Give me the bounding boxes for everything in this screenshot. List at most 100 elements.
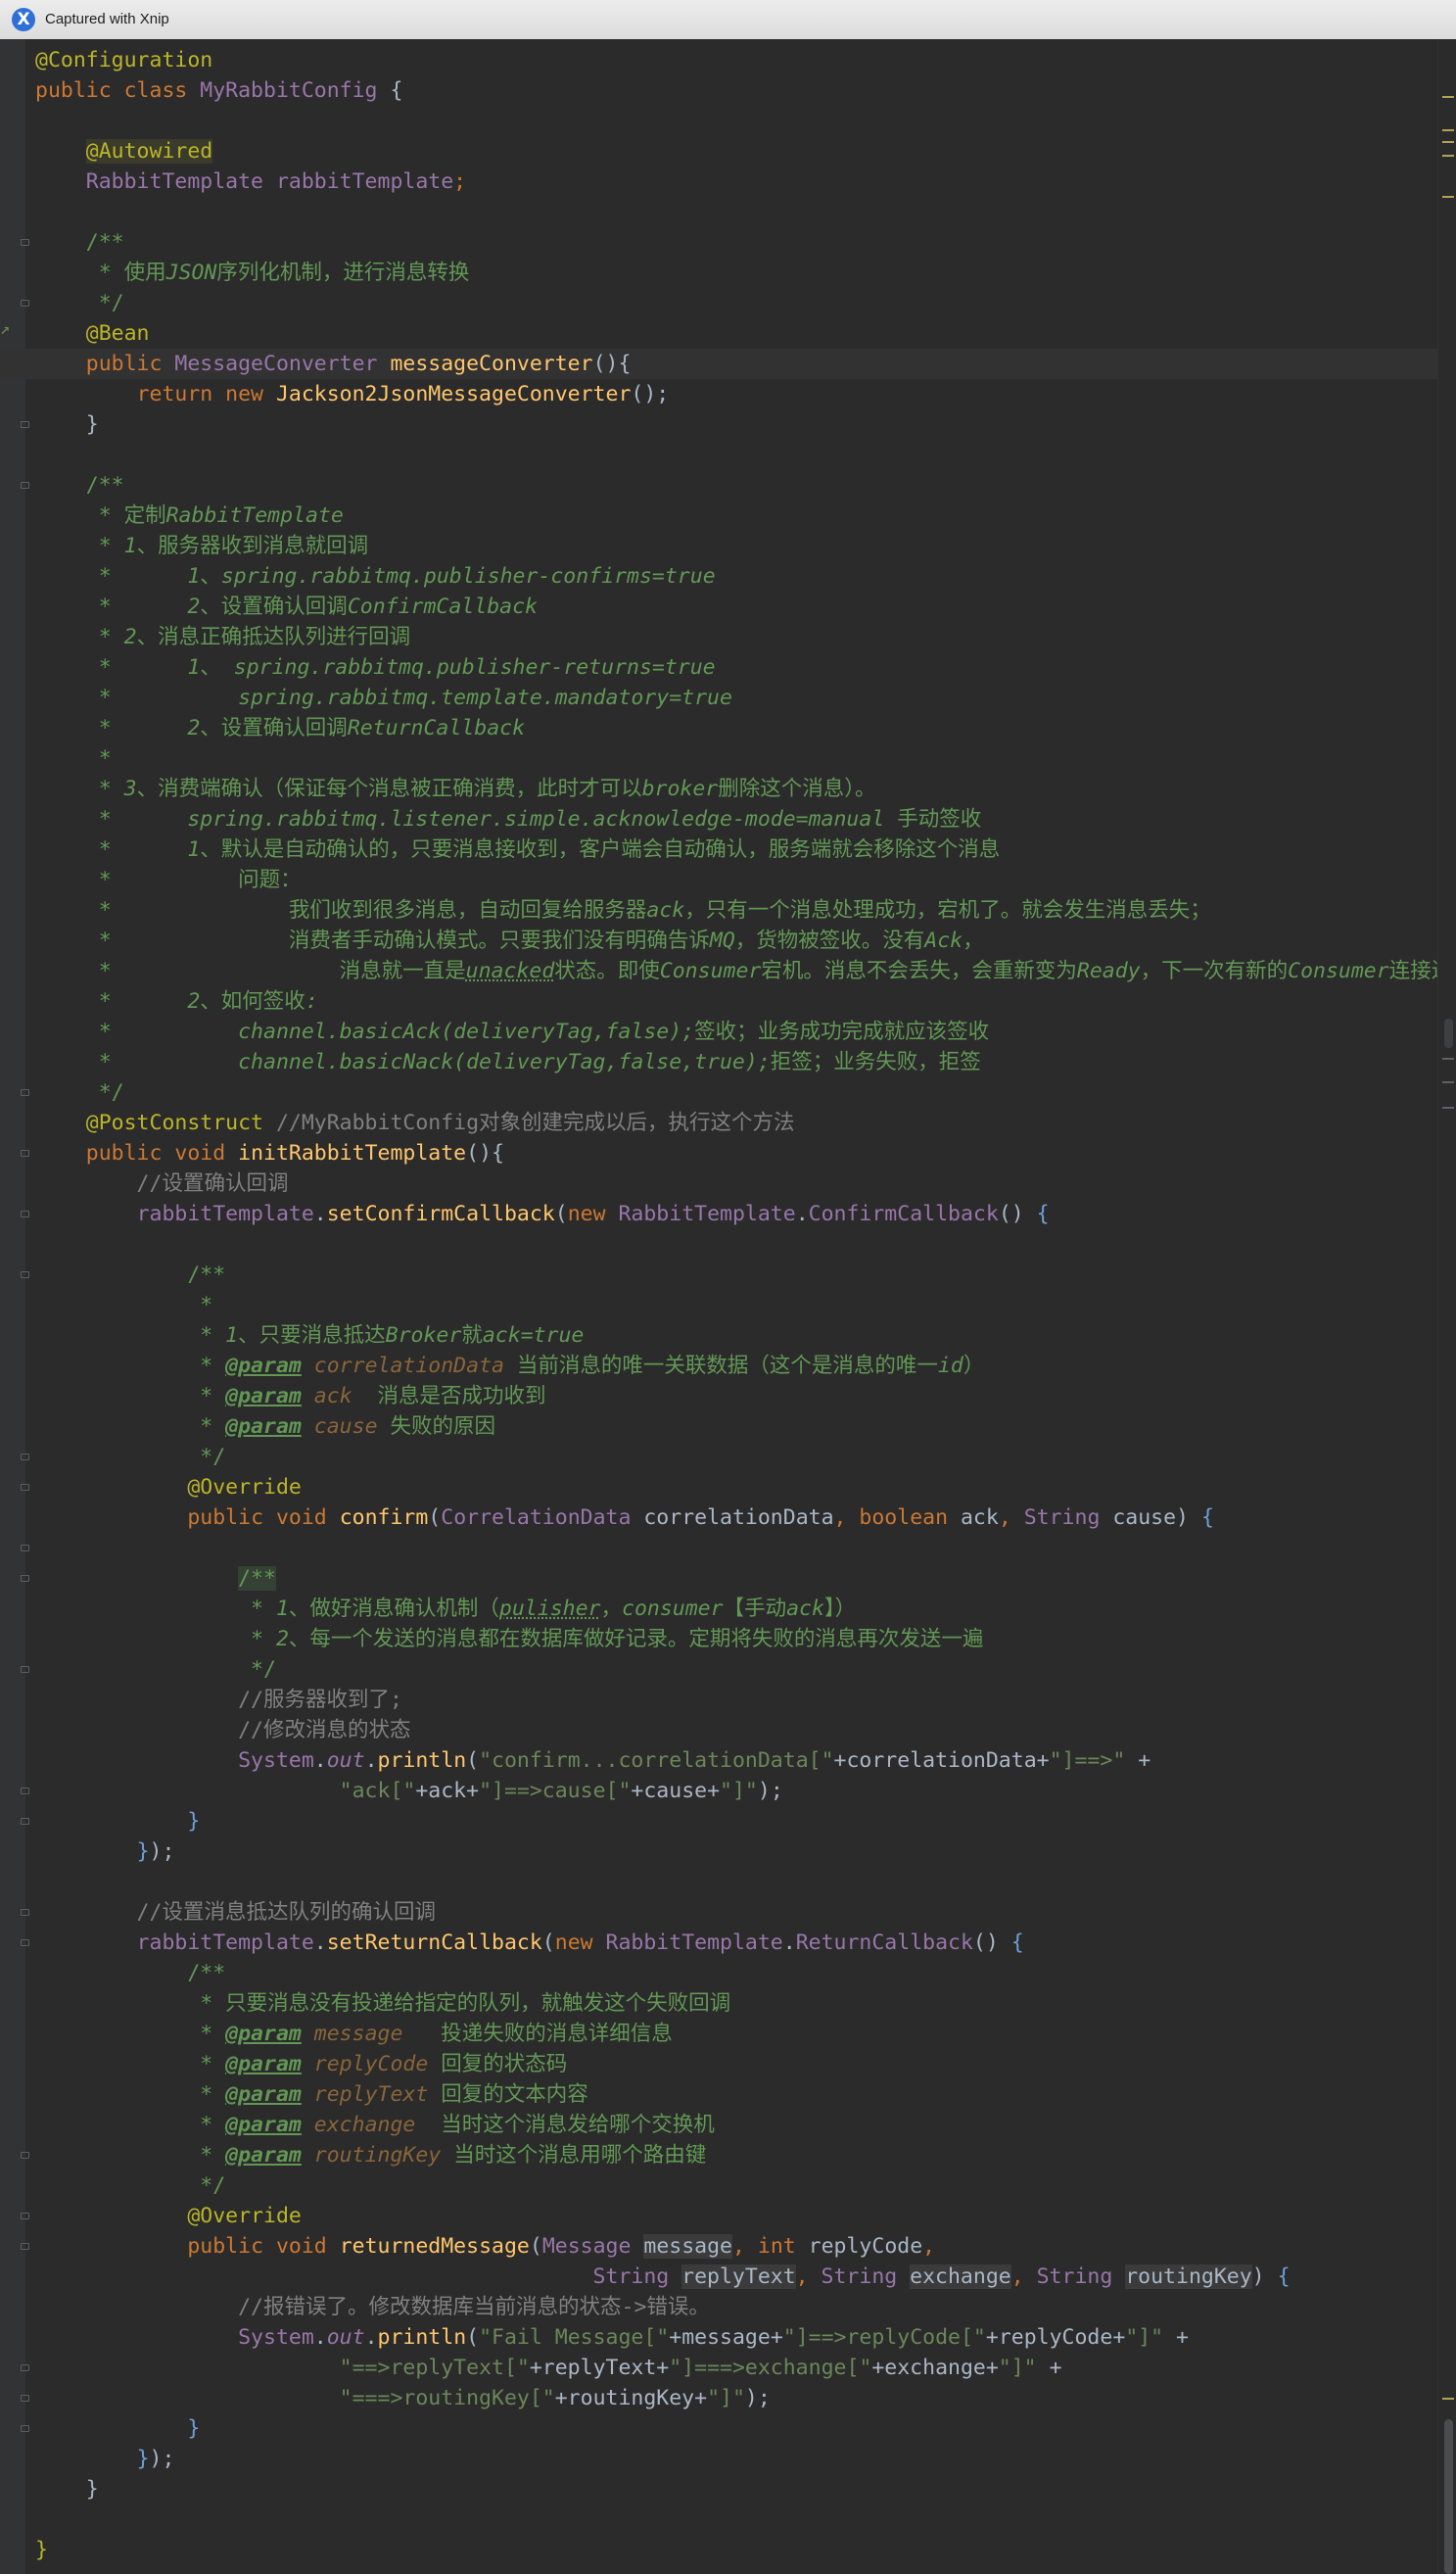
code-line[interactable]: @PostConstruct //MyRabbitConfig对象创建完成以后，… (0, 1108, 1438, 1138)
code-line[interactable]: "ack["+ack+"]==>cause["+cause+"]"); (0, 1776, 1438, 1806)
code-line[interactable]: /** (0, 1260, 1438, 1290)
code-line[interactable]: * 3、消费端确认（保证每个消息被正确消费，此时才可以broker删除这个消息）… (0, 774, 1438, 804)
code-line[interactable]: rabbitTemplate.setConfirmCallback(new Ra… (0, 1199, 1438, 1229)
code-line[interactable] (0, 2504, 1438, 2535)
code-line[interactable]: } (0, 2474, 1438, 2504)
code-line[interactable]: String replyText, String exchange, Strin… (0, 2262, 1438, 2292)
code-line[interactable]: * spring.rabbitmq.listener.simple.acknow… (0, 804, 1438, 834)
code-line[interactable]: RabbitTemplate rabbitTemplate; (0, 167, 1438, 197)
code-line[interactable]: * 只要消息没有投递给指定的队列，就触发这个失败回调 (0, 1988, 1438, 2019)
code-line[interactable]: }); (0, 1836, 1438, 1867)
code-token: unacked (465, 959, 555, 983)
code-line[interactable]: */ (0, 2170, 1438, 2201)
code-editor[interactable]: ↗ @Configuration public class MyRabbitCon… (0, 39, 1456, 2574)
code-line[interactable]: * 2、每一个发送的消息都在数据库做好记录。定期将失败的消息再次发送一遍 (0, 1624, 1438, 1654)
code-line[interactable]: /** (0, 470, 1438, 500)
code-line[interactable]: "==>replyText["+replyText+"]===>exchange… (0, 2353, 1438, 2383)
code-line[interactable]: public void returnedMessage(Message mess… (0, 2231, 1438, 2262)
code-line[interactable]: * 2、设置确认回调ReturnCallback (0, 713, 1438, 743)
code-line[interactable] (0, 1533, 1438, 1563)
code-line[interactable]: * channel.basicNack(deliveryTag,false,tr… (0, 1047, 1438, 1077)
code-token: 拒签；业务失败，拒签 (770, 1050, 981, 1074)
code-token: println (377, 1748, 467, 1773)
code-line[interactable]: /** (0, 1958, 1438, 1988)
code-line[interactable] (0, 197, 1438, 227)
code-line[interactable]: */ (0, 1077, 1438, 1108)
code-line[interactable]: rabbitTemplate.setReturnCallback(new Rab… (0, 1928, 1438, 1958)
code-line[interactable]: } (0, 409, 1438, 440)
code-line[interactable]: } (0, 2535, 1438, 2565)
code-line[interactable]: //报错误了。修改数据库当前消息的状态->错误。 (0, 2292, 1438, 2322)
code-line[interactable] (0, 106, 1438, 136)
window-titlebar: X Captured with Xnip (0, 0, 1456, 40)
code-line[interactable]: @Override (0, 2201, 1438, 2231)
code-line[interactable]: System.out.println("Fail Message["+messa… (0, 2322, 1438, 2353)
code-line[interactable]: return new Jackson2JsonMessageConverter(… (0, 379, 1438, 409)
code-line[interactable]: //设置确认回调 (0, 1168, 1438, 1199)
code-line[interactable]: //设置消息抵达队列的确认回调 (0, 1897, 1438, 1928)
code-line[interactable]: * 消费者手动确认模式。只要我们没有明确告诉MQ，货物被签收。没有Ack， (0, 926, 1438, 956)
code-line[interactable]: System.out.println("confirm...correlatio… (0, 1745, 1438, 1776)
code-line[interactable]: //修改消息的状态 (0, 1715, 1438, 1745)
code-line[interactable]: */ (0, 1442, 1438, 1472)
code-token: @param (225, 2113, 302, 2137)
code-token: * (35, 807, 188, 832)
code-token: public class (35, 78, 201, 103)
code-line[interactable]: public void confirm(CorrelationData corr… (0, 1502, 1438, 1533)
vertical-scrollbar[interactable] (1437, 39, 1456, 2574)
code-line[interactable]: } (0, 1806, 1438, 1836)
code-line[interactable]: * (0, 1290, 1438, 1320)
code-token: ( (466, 1748, 480, 1773)
code-line[interactable]: //服务器收到了; (0, 1685, 1438, 1715)
code-token: 2 (275, 1627, 289, 1651)
code-line[interactable]: * 1、只要消息抵达Broker就ack=true (0, 1320, 1438, 1351)
code-line[interactable]: * 1、服务器收到消息就回调 (0, 531, 1438, 561)
code-line[interactable]: * 问题： (0, 865, 1438, 895)
code-line[interactable]: * @param correlationData 当前消息的唯一关联数据（这个是… (0, 1351, 1438, 1381)
code-line[interactable]: */ (0, 288, 1438, 318)
code-token: ); (744, 2386, 771, 2410)
code-line[interactable]: * @param replyText 回复的文本内容 (0, 2079, 1438, 2110)
code-line[interactable]: @Bean (0, 318, 1438, 349)
code-line[interactable]: * 1、spring.rabbitmq.publisher-confirms=t… (0, 561, 1438, 592)
code-token: } (35, 412, 99, 437)
code-line[interactable]: * 1、默认是自动确认的，只要消息接收到，客户端会自动确认，服务端就会移除这个消… (0, 834, 1438, 865)
code-line[interactable]: * (0, 743, 1438, 774)
code-line[interactable]: public MessageConverter messageConverter… (0, 349, 1438, 379)
code-line[interactable]: */ (0, 1654, 1438, 1685)
code-line[interactable]: * @param cause 失败的原因 (0, 1411, 1438, 1442)
code-line[interactable]: * 消息就一直是unacked状态。即使Consumer宕机。消息不会丢失，会重… (0, 956, 1438, 986)
code-line[interactable]: }); (0, 2444, 1438, 2474)
code-line[interactable]: * 1、做好消息确认机制（pulisher，consumer【手动ack】） (0, 1594, 1438, 1624)
window-title: Captured with Xnip (45, 11, 169, 27)
code-line[interactable]: /** (0, 1563, 1438, 1594)
code-line[interactable]: * 我们收到很多消息，自动回复给服务器ack，只有一个消息处理成功，宕机了。就会… (0, 895, 1438, 926)
code-line[interactable]: * channel.basicAck(deliveryTag,false);签收… (0, 1017, 1438, 1047)
code-line[interactable]: public void initRabbitTemplate(){ (0, 1138, 1438, 1168)
code-line[interactable] (0, 1867, 1438, 1897)
code-line[interactable]: * 使用JSON序列化机制，进行消息转换 (0, 258, 1438, 288)
code-line[interactable]: } (0, 2413, 1438, 2444)
code-area[interactable]: @Configuration public class MyRabbitConfi… (0, 45, 1438, 2565)
code-token: { (1277, 2264, 1291, 2289)
code-line[interactable]: * spring.rabbitmq.template.mandatory=tru… (0, 683, 1438, 713)
code-line[interactable]: * @param routingKey 当时这个消息用哪个路由键 (0, 2140, 1438, 2170)
code-line[interactable]: * 2、消息正确抵达队列进行回调 (0, 622, 1438, 652)
code-line[interactable]: @Autowired (0, 136, 1438, 167)
code-line[interactable]: @Override (0, 1472, 1438, 1502)
code-line[interactable]: * @param replyCode 回复的状态码 (0, 2049, 1438, 2079)
code-line[interactable]: "===>routingKey["+routingKey+"]"); (0, 2383, 1438, 2413)
code-line[interactable]: /** (0, 227, 1438, 258)
code-line[interactable]: * 2、如何签收: (0, 986, 1438, 1017)
code-line[interactable] (0, 440, 1438, 470)
code-line[interactable]: * 定制RabbitTemplate (0, 500, 1438, 531)
code-line[interactable]: public class MyRabbitConfig { (0, 75, 1438, 106)
scrollbar-thumb[interactable] (1444, 2419, 1453, 2574)
code-line[interactable]: * @param exchange 当时这个消息发给哪个交换机 (0, 2110, 1438, 2140)
code-line[interactable] (0, 1229, 1438, 1260)
code-line[interactable]: * 2、设置确认回调ConfirmCallback (0, 592, 1438, 622)
code-line[interactable]: * 1、 spring.rabbitmq.publisher-returns=t… (0, 652, 1438, 683)
code-line[interactable]: * @param message 投递失败的消息详细信息 (0, 2019, 1438, 2049)
code-line[interactable]: * @param ack 消息是否成功收到 (0, 1381, 1438, 1411)
code-line[interactable]: @Configuration (0, 45, 1438, 75)
